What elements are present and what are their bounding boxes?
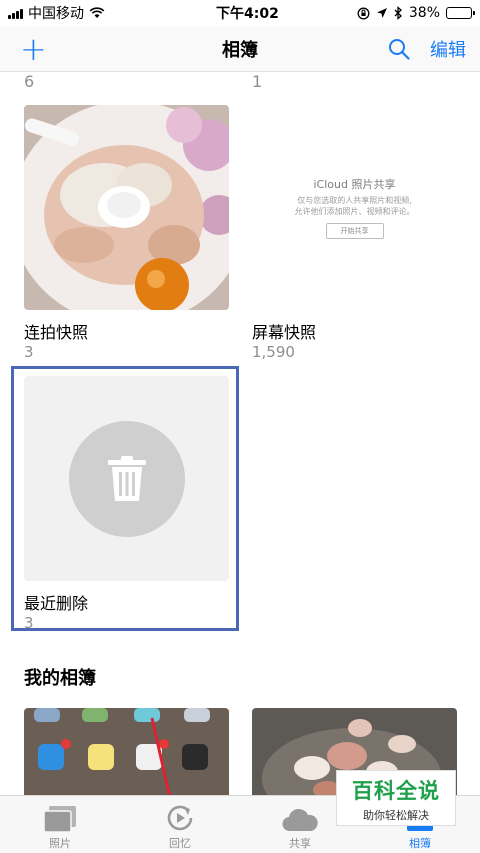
search-icon[interactable]: [388, 38, 410, 60]
status-bar: 中国移动 下午4:02 38%: [0, 0, 480, 26]
status-left: 中国移动: [8, 3, 178, 23]
watermark-title: 百科全说: [352, 779, 440, 803]
trash-icon: [107, 455, 146, 501]
watermark-subtitle: 助你轻松解决: [363, 809, 429, 822]
album-count: 3: [24, 343, 34, 361]
icloud-card-title: iCloud 照片共享: [313, 177, 396, 191]
tab-label: 相簿: [409, 837, 431, 850]
navigation-bar: + 相簿 编辑: [0, 26, 480, 72]
edit-button[interactable]: 编辑: [430, 36, 466, 62]
photos-icon: [43, 806, 76, 833]
album-count-top-right: 1: [252, 72, 263, 91]
tab-photos[interactable]: 照片: [0, 796, 120, 853]
orientation-lock-icon: [357, 7, 370, 19]
album-name: 连拍快照: [24, 323, 89, 342]
album-name: 屏幕快照: [252, 323, 317, 342]
tab-label: 照片: [49, 837, 71, 850]
icloud-card-description: 仅与您选取的人共享照片和视频, 允许他们添加照片、视频和评论。: [295, 196, 415, 218]
album-screenshots[interactable]: iCloud 照片共享 仅与您选取的人共享照片和视频, 允许他们添加照片、视频和…: [252, 105, 457, 365]
album-count: 1,590: [252, 343, 295, 361]
album-recently-deleted[interactable]: 最近删除 3: [24, 376, 229, 636]
trash-circle: [68, 420, 185, 537]
icloud-card-desc-line: 允许他们添加照片、视频和评论。: [294, 206, 415, 216]
signal-icon: [8, 8, 23, 19]
nav-actions: 编辑: [388, 36, 466, 62]
album-bursts[interactable]: 连拍快照 3: [24, 105, 229, 365]
my-album-1-thumbnail: [24, 708, 229, 798]
add-album-button[interactable]: +: [20, 33, 47, 65]
album-recently-deleted-thumbnail: [24, 376, 229, 581]
album-bursts-thumbnail: [24, 105, 229, 310]
album-count: 3: [24, 614, 34, 632]
status-right: 38%: [357, 5, 475, 21]
battery-percent: 38%: [408, 5, 440, 21]
tab-label: 回忆: [169, 837, 191, 850]
status-time: 下午4:02: [216, 6, 279, 22]
cloud-icon: [282, 808, 318, 832]
album-count-top-left: 6: [24, 72, 35, 91]
album-name: 最近删除: [24, 594, 89, 613]
tab-label: 共享: [289, 837, 311, 850]
carrier-label: 中国移动: [28, 6, 84, 22]
battery-icon: [446, 7, 475, 19]
photos-albums-screen: 中国移动 下午4:02 38% + 相簿 编辑 6 1 连拍快照 3 iClou…: [0, 0, 480, 853]
my-album-1[interactable]: [24, 708, 229, 798]
location-icon: [376, 8, 387, 18]
bluetooth-icon: [394, 6, 402, 20]
icloud-sharing-card: iCloud 照片共享 仅与您选取的人共享照片和视频, 允许他们添加照片、视频和…: [252, 105, 457, 310]
start-sharing-button[interactable]: 开始共享: [325, 223, 384, 240]
my-albums-heading: 我的相簿: [24, 668, 96, 689]
memories-icon: [167, 805, 193, 831]
tab-memories[interactable]: 回忆: [120, 796, 240, 853]
icloud-card-desc-line: 仅与您选取的人共享照片和视频,: [297, 195, 412, 205]
wifi-icon: [89, 7, 105, 18]
baike-watermark-logo: 百科全说 助你轻松解决: [336, 770, 456, 826]
